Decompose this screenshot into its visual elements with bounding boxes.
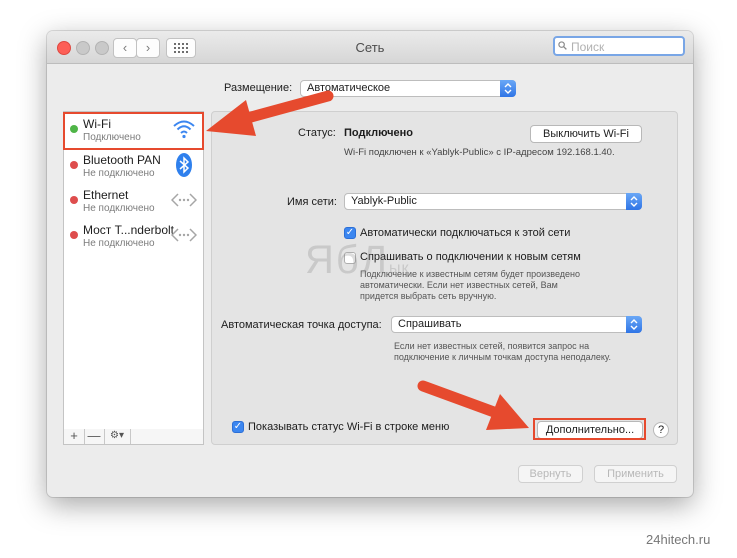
arrow-to-advanced-icon [417, 380, 529, 430]
site-credit: 24hitech.ru [646, 532, 711, 547]
annotation-arrows [206, 90, 529, 430]
arrow-to-wifi-icon [206, 90, 334, 136]
